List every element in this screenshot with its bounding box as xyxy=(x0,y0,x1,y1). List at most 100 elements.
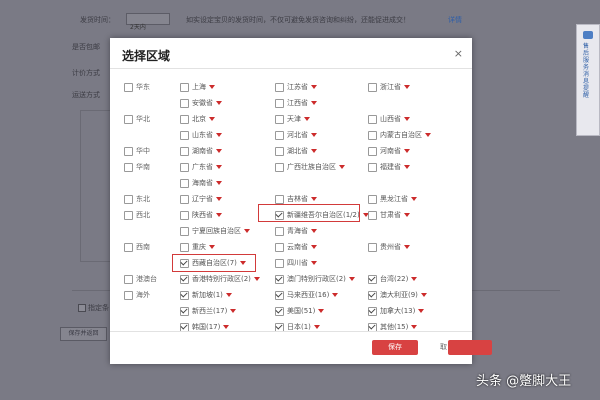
cancel-button[interactable]: 取 xyxy=(440,340,447,355)
dropdown-arrow-icon[interactable] xyxy=(404,245,410,249)
province-item[interactable]: 云南省 xyxy=(275,240,317,254)
dropdown-arrow-icon[interactable] xyxy=(311,149,317,153)
province-checkbox[interactable] xyxy=(180,194,189,204)
dropdown-arrow-icon[interactable] xyxy=(311,261,317,265)
province-item[interactable]: 上海 xyxy=(180,80,215,94)
dropdown-arrow-icon[interactable] xyxy=(339,165,345,169)
dropdown-arrow-icon[interactable] xyxy=(332,293,339,297)
province-checkbox[interactable] xyxy=(368,162,377,172)
province-item[interactable]: 福建省 xyxy=(368,160,410,174)
dropdown-arrow-icon[interactable] xyxy=(311,133,317,137)
province-item[interactable]: 甘肃省 xyxy=(368,208,410,222)
dropdown-arrow-icon[interactable] xyxy=(348,277,355,281)
dropdown-arrow-icon[interactable] xyxy=(418,309,425,313)
province-checkbox[interactable] xyxy=(275,306,284,316)
dropdown-arrow-icon[interactable] xyxy=(411,277,418,281)
province-item[interactable]: 江苏省 xyxy=(275,80,317,94)
region-group[interactable]: 华南 xyxy=(124,160,150,174)
province-checkbox[interactable] xyxy=(368,194,377,204)
dropdown-arrow-icon[interactable] xyxy=(311,85,317,89)
dropdown-arrow-icon[interactable] xyxy=(223,325,230,329)
dropdown-arrow-icon[interactable] xyxy=(404,213,410,217)
province-item[interactable]: 澳大利亚(9) xyxy=(368,288,427,302)
dropdown-arrow-icon[interactable] xyxy=(425,133,431,137)
province-item[interactable]: 湖南省 xyxy=(180,144,222,158)
province-checkbox[interactable] xyxy=(275,114,284,124)
province-item[interactable]: 河北省 xyxy=(275,128,317,142)
province-item[interactable]: 美国(51) xyxy=(275,304,325,318)
province-checkbox[interactable] xyxy=(368,274,377,284)
province-item[interactable]: 澳门特别行政区(2) xyxy=(275,272,355,286)
region-checkbox[interactable] xyxy=(124,146,133,156)
region-group[interactable]: 华中 xyxy=(124,144,150,158)
dropdown-arrow-icon[interactable] xyxy=(209,117,215,121)
province-item[interactable]: 马来西亚(16) xyxy=(275,288,339,302)
province-item[interactable]: 海南省 xyxy=(180,176,222,190)
province-item[interactable]: 陕西省 xyxy=(180,208,222,222)
region-group[interactable]: 海外 xyxy=(124,288,150,302)
province-item[interactable]: 天津 xyxy=(275,112,310,126)
province-checkbox[interactable] xyxy=(180,274,189,284)
region-group[interactable]: 港澳台 xyxy=(124,272,157,286)
province-checkbox[interactable] xyxy=(180,226,189,236)
side-service-panel[interactable]: 售后服务消息提醒 xyxy=(576,24,600,136)
province-checkbox[interactable] xyxy=(275,130,284,140)
province-item[interactable]: 湖北省 xyxy=(275,144,317,158)
dropdown-arrow-icon[interactable] xyxy=(404,117,410,121)
province-item[interactable]: 内蒙古自治区 xyxy=(368,128,431,142)
province-item[interactable]: 安徽省 xyxy=(180,96,222,110)
dropdown-arrow-icon[interactable] xyxy=(209,245,215,249)
send-time-select[interactable]: 2天内 xyxy=(126,13,170,31)
dropdown-arrow-icon[interactable] xyxy=(411,197,417,201)
region-checkbox[interactable] xyxy=(124,194,133,204)
province-item[interactable]: 辽宁省 xyxy=(180,192,222,206)
province-item[interactable]: 黑龙江省 xyxy=(368,192,417,206)
dropdown-arrow-icon[interactable] xyxy=(311,101,317,105)
dropdown-arrow-icon[interactable] xyxy=(253,277,260,281)
province-item[interactable]: 加拿大(13) xyxy=(368,304,425,318)
region-checkbox[interactable] xyxy=(124,162,133,172)
dropdown-arrow-icon[interactable] xyxy=(411,325,418,329)
region-group[interactable]: 东北 xyxy=(124,192,150,206)
province-checkbox[interactable] xyxy=(275,194,284,204)
region-checkbox[interactable] xyxy=(124,242,133,252)
dropdown-arrow-icon[interactable] xyxy=(404,165,410,169)
province-checkbox[interactable] xyxy=(275,258,284,268)
region-checkbox[interactable] xyxy=(124,114,133,124)
close-icon[interactable]: × xyxy=(454,47,463,60)
dropdown-arrow-icon[interactable] xyxy=(311,197,317,201)
province-checkbox[interactable] xyxy=(180,178,189,188)
province-checkbox[interactable] xyxy=(180,210,189,220)
province-checkbox[interactable] xyxy=(368,82,377,92)
dropdown-arrow-icon[interactable] xyxy=(244,229,250,233)
province-item[interactable]: 新加坡(1) xyxy=(180,288,232,302)
dropdown-arrow-icon[interactable] xyxy=(311,229,317,233)
dropdown-arrow-icon[interactable] xyxy=(216,165,222,169)
province-item[interactable]: 山西省 xyxy=(368,112,410,126)
province-checkbox[interactable] xyxy=(275,226,284,236)
dropdown-arrow-icon[interactable] xyxy=(420,293,427,297)
province-checkbox[interactable] xyxy=(275,162,284,172)
province-checkbox[interactable] xyxy=(368,114,377,124)
dropdown-arrow-icon[interactable] xyxy=(404,149,410,153)
province-checkbox[interactable] xyxy=(275,242,284,252)
province-checkbox[interactable] xyxy=(180,306,189,316)
province-checkbox[interactable] xyxy=(275,98,284,108)
province-checkbox[interactable] xyxy=(368,210,377,220)
province-checkbox[interactable] xyxy=(368,146,377,156)
province-checkbox[interactable] xyxy=(180,146,189,156)
dropdown-arrow-icon[interactable] xyxy=(216,101,222,105)
province-checkbox[interactable] xyxy=(368,130,377,140)
province-item[interactable]: 河南省 xyxy=(368,144,410,158)
dropdown-arrow-icon[interactable] xyxy=(216,133,222,137)
region-group[interactable]: 华北 xyxy=(124,112,150,126)
dropdown-arrow-icon[interactable] xyxy=(318,309,325,313)
province-item[interactable]: 北京 xyxy=(180,112,215,126)
assign-checkbox[interactable] xyxy=(78,304,86,312)
dropdown-arrow-icon[interactable] xyxy=(313,325,320,329)
dropdown-arrow-icon[interactable] xyxy=(216,181,222,185)
province-item[interactable]: 广西壮族自治区 xyxy=(275,160,345,174)
region-checkbox[interactable] xyxy=(124,82,133,92)
region-group[interactable]: 西南 xyxy=(124,240,150,254)
dropdown-arrow-icon[interactable] xyxy=(230,309,237,313)
